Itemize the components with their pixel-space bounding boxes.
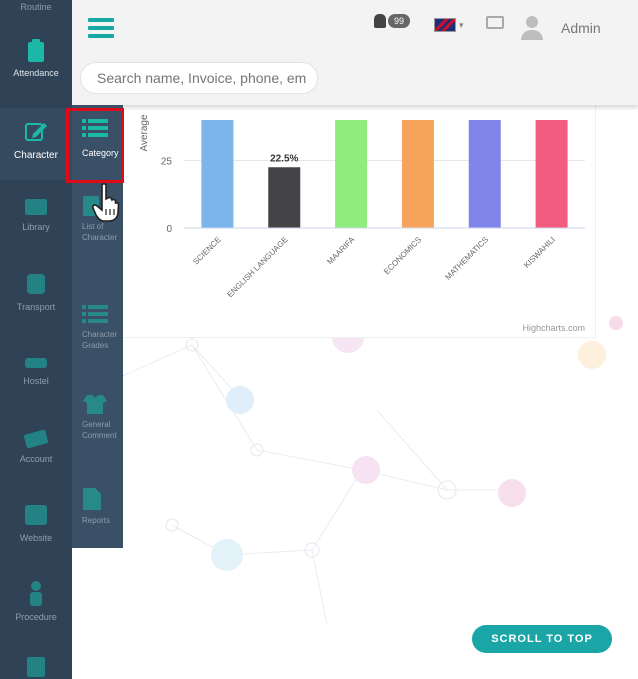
- chevron-down-icon: ▾: [459, 19, 464, 30]
- film-icon: [27, 657, 45, 677]
- y-tick-label: 25: [161, 157, 173, 168]
- edit-icon: [25, 123, 47, 141]
- submenu-item-label: Category: [82, 148, 119, 158]
- report-icon: [83, 488, 101, 510]
- data-label: 22.5%: [270, 153, 298, 164]
- x-tick-label: ECONOMICS: [382, 235, 423, 276]
- mail-icon[interactable]: [486, 16, 504, 29]
- sidebar-item-label: Procedure: [15, 612, 57, 622]
- notification-button[interactable]: 99: [374, 14, 411, 28]
- bar: [268, 167, 301, 228]
- bar: [335, 120, 368, 228]
- chart-credits: Highcharts.com: [522, 323, 585, 333]
- submenu-item-character-grades[interactable]: Character Grades: [72, 303, 123, 351]
- sidebar-item-routine[interactable]: Routine: [0, 0, 72, 12]
- language-selector[interactable]: ▾: [434, 18, 464, 32]
- bar: [201, 120, 234, 228]
- character-submenu: Category List of Character Character Gra…: [72, 105, 123, 548]
- x-tick-label: MATHEMATICS: [443, 235, 490, 282]
- user-avatar-icon[interactable]: [521, 16, 543, 40]
- sidebar-item-label: Library: [22, 222, 50, 232]
- user-name[interactable]: Admin: [561, 20, 601, 36]
- sidebar-item-label: Hostel: [23, 376, 49, 386]
- sidebar-item-character[interactable]: Character: [0, 108, 72, 180]
- notification-count-badge: 99: [388, 14, 411, 28]
- pointer-hand-icon: [92, 183, 120, 222]
- bar: [401, 120, 434, 228]
- x-tick-label: KISWAHILI: [522, 235, 557, 270]
- sidebar-item-label: Website: [19, 533, 53, 543]
- x-tick-label: MAARIFA: [325, 235, 357, 267]
- submenu-item-label: Reports: [82, 516, 111, 525]
- bar-chart-svg: 0 25 Average SCIENCE 22.5% ENGLISH LANGUAGE MA…: [139, 114, 585, 333]
- sidebar-item-attendance[interactable]: Attendance: [0, 38, 72, 78]
- submenu-item-label: List of Character: [82, 222, 118, 242]
- x-tick-label: ENGLISH LANGUAGE: [225, 235, 289, 299]
- bed-icon: [25, 358, 47, 368]
- sidebar-item-label: Routine: [20, 2, 52, 12]
- sidebar-item-transport[interactable]: Transport: [0, 272, 72, 312]
- sidebar-item-hostel[interactable]: Hostel: [0, 352, 72, 386]
- submenu-item-general-comment[interactable]: General Comment: [72, 393, 123, 441]
- monitor-icon: [25, 505, 47, 525]
- uk-flag-icon: [434, 18, 456, 32]
- sidebar-item-library[interactable]: Library: [0, 196, 72, 232]
- average-score-chart: 0 25 Average SCIENCE 22.5% ENGLISH LANGUAGE MA…: [118, 92, 596, 338]
- submenu-item-label: General Comment: [82, 420, 117, 440]
- list-icon: [82, 305, 108, 323]
- scroll-to-top-button[interactable]: SCROLL TO TOP: [472, 625, 612, 653]
- list-icon: [82, 119, 108, 137]
- sidebar-item-procedure[interactable]: Procedure: [0, 580, 72, 622]
- bus-icon: [27, 274, 45, 294]
- submenu-item-label: Character Grades: [82, 330, 118, 350]
- sidebar-item-label: Transport: [16, 302, 56, 312]
- money-icon: [24, 429, 48, 449]
- bar: [535, 120, 568, 228]
- sidebar-item-more[interactable]: [0, 655, 72, 677]
- y-tick-label: 0: [166, 224, 172, 235]
- submenu-item-category[interactable]: Category: [72, 117, 123, 159]
- sidebar-item-account[interactable]: Account: [0, 428, 72, 464]
- sidebar-item-label: Account: [19, 454, 53, 464]
- person-icon: [30, 581, 42, 606]
- bell-icon: [374, 14, 386, 28]
- submenu-item-reports[interactable]: Reports: [72, 487, 123, 526]
- sidebar: Routine Attendance Character Library Tra…: [0, 0, 72, 679]
- x-tick-label: SCIENCE: [191, 235, 223, 267]
- y-axis-label: Average: [139, 114, 150, 152]
- sidebar-item-website[interactable]: Website: [0, 503, 72, 543]
- sidebar-item-label: Character: [14, 150, 58, 161]
- shirt-icon: [83, 395, 107, 414]
- search-input[interactable]: [80, 62, 318, 94]
- books-icon: [25, 199, 47, 215]
- clipboard-icon: [28, 39, 44, 62]
- sidebar-item-label: Attendance: [13, 68, 59, 78]
- hamburger-menu-icon[interactable]: [88, 18, 114, 42]
- bar: [468, 120, 501, 228]
